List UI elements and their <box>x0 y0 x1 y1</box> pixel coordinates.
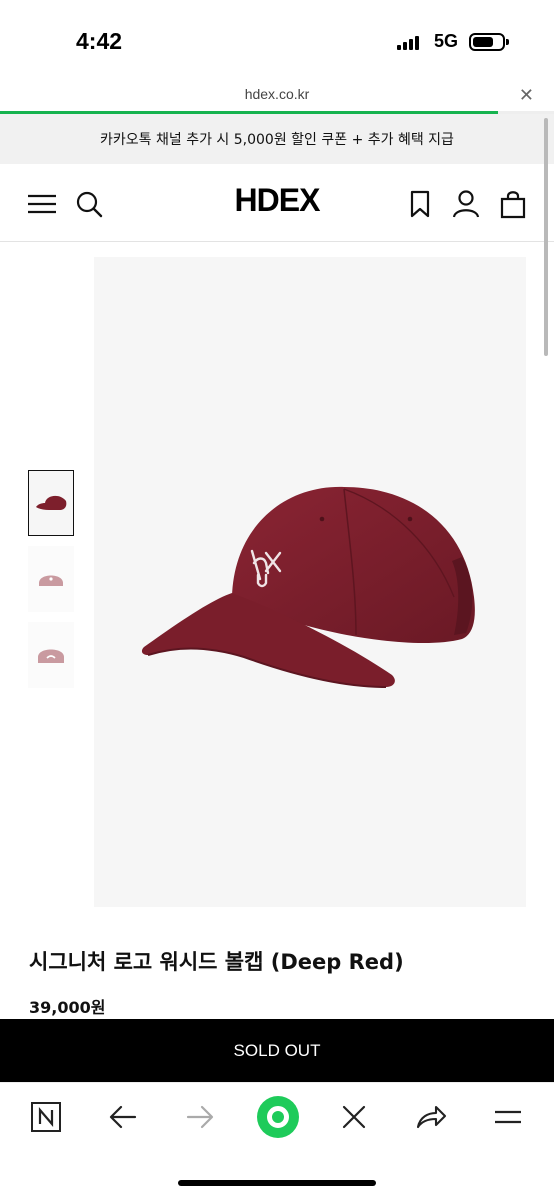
cap-image <box>36 495 67 510</box>
promo-banner[interactable]: 카카오톡 채널 추가 시 5,000원 할인 쿠폰 + 추가 혜택 지급 <box>0 114 554 164</box>
close-icon[interactable]: ✕ <box>519 85 534 106</box>
site-logo[interactable]: HDEX <box>0 182 554 219</box>
green-dot-icon[interactable] <box>256 1095 300 1139</box>
thumbnail-list <box>28 470 74 698</box>
product-title: 시그니처 로고 워시드 볼캡 (Deep Red) <box>29 950 404 974</box>
thumbnail-deep-red[interactable] <box>28 470 74 536</box>
close-icon[interactable] <box>334 1097 374 1137</box>
scrollbar[interactable] <box>544 118 548 356</box>
home-indicator[interactable] <box>178 1180 376 1186</box>
share-icon[interactable] <box>411 1097 451 1137</box>
url-text[interactable]: hdex.co.kr <box>0 86 554 102</box>
signal-icon <box>397 36 423 50</box>
cap-image <box>141 486 475 688</box>
url-bar[interactable]: hdex.co.kr ✕ <box>0 80 554 113</box>
thumbnail-pink[interactable] <box>28 546 74 612</box>
network-label: 5G <box>434 31 459 51</box>
menu-icon[interactable] <box>488 1097 528 1137</box>
product-price: 39,000원 <box>29 998 106 1017</box>
product-main-image[interactable] <box>94 257 526 907</box>
status-bar: 4:42 5G <box>0 0 554 80</box>
forward-arrow-icon[interactable] <box>180 1097 220 1137</box>
cap-image <box>39 575 63 586</box>
status-time: 4:42 <box>76 28 123 54</box>
sold-out-button[interactable]: SOLD OUT <box>0 1019 554 1082</box>
thumbnail-pink-back[interactable] <box>28 622 74 688</box>
cap-image <box>38 649 64 663</box>
battery-icon <box>469 33 509 51</box>
back-arrow-icon[interactable] <box>103 1097 143 1137</box>
naver-n-icon[interactable] <box>26 1097 66 1137</box>
